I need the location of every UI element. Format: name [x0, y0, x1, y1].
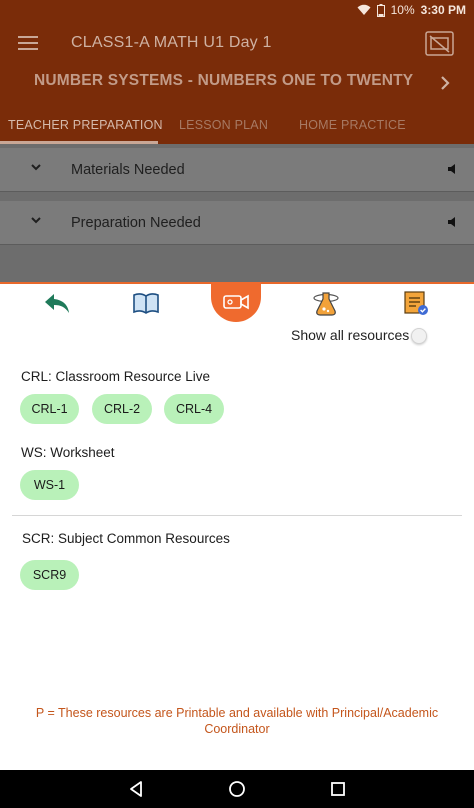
show-all-resources-label: Show all resources — [291, 327, 410, 343]
resource-toolbar — [0, 282, 474, 324]
section-title-crl: CRL: Classroom Resource Live — [21, 369, 211, 384]
resource-chip-crl-4[interactable]: CRL-4 — [164, 394, 224, 424]
cast-off-button[interactable] — [425, 31, 454, 56]
video-camera-icon — [223, 294, 249, 310]
tab-lesson-plan[interactable]: LESSON PLAN — [179, 118, 268, 132]
status-icons: 10% 3:30 PM — [357, 3, 466, 17]
printable-note: P = These resources are Printable and av… — [35, 706, 439, 736]
resources-sheet: Show all resources CRL: Classroom Resour… — [0, 282, 474, 770]
chevron-down-icon — [31, 164, 41, 171]
accordion-label: Preparation Needed — [71, 215, 201, 231]
cast-off-icon — [425, 31, 454, 56]
speaker-icon[interactable] — [446, 215, 460, 229]
resource-chip-ws-1[interactable]: WS-1 — [20, 470, 79, 500]
wifi-icon — [357, 4, 371, 16]
nav-home-icon[interactable] — [228, 780, 246, 798]
back-arrow-icon[interactable] — [42, 288, 72, 318]
menu-icon-line — [18, 42, 38, 44]
speaker-icon[interactable] — [446, 162, 460, 176]
battery-icon — [376, 3, 385, 17]
accordion-scrim: Materials Needed Preparation Needed — [0, 144, 474, 282]
menu-button[interactable] — [18, 36, 38, 52]
resource-chip-scr9[interactable]: SCR9 — [20, 560, 79, 590]
clock: 3:30 PM — [420, 3, 466, 17]
show-all-resources-toggle[interactable] — [411, 328, 427, 344]
resource-chip-crl-2[interactable]: CRL-2 — [92, 394, 152, 424]
next-lesson-chevron-icon[interactable] — [439, 74, 451, 97]
lesson-subtitle: NUMBER SYSTEMS - NUMBERS ONE TO TWENTY — [34, 72, 414, 89]
accordion-materials-needed[interactable]: Materials Needed — [0, 148, 474, 192]
science-flask-icon[interactable] — [311, 288, 341, 318]
system-nav-bar — [0, 770, 474, 808]
section-divider — [12, 515, 462, 516]
section-title-scr: SCR: Subject Common Resources — [22, 531, 230, 546]
book-icon[interactable] — [131, 288, 161, 318]
menu-icon-line — [18, 48, 38, 50]
chevron-down-icon — [31, 217, 41, 224]
app-bar: CLASS1-A MATH U1 Day 1 NUMBER SYSTEMS - … — [0, 20, 474, 144]
section-title-ws: WS: Worksheet — [21, 445, 115, 460]
accordion-preparation-needed[interactable]: Preparation Needed — [0, 201, 474, 245]
menu-icon-line — [18, 36, 38, 38]
page-title: CLASS1-A MATH U1 Day 1 — [71, 34, 272, 51]
nav-back-icon[interactable] — [127, 780, 145, 798]
checklist-icon[interactable] — [401, 288, 431, 318]
video-resources-tab[interactable] — [211, 282, 261, 322]
status-bar: 10% 3:30 PM — [0, 0, 474, 20]
tab-teacher-preparation[interactable]: TEACHER PREPARATION — [8, 118, 163, 132]
tab-home-practice[interactable]: HOME PRACTICE — [299, 118, 406, 132]
tab-bar: TEACHER PREPARATION LESSON PLAN HOME PRA… — [0, 113, 474, 144]
accordion-label: Materials Needed — [71, 162, 185, 178]
battery-level: 10% — [390, 3, 415, 17]
nav-recents-icon[interactable] — [329, 780, 347, 798]
resource-chip-crl-1[interactable]: CRL-1 — [20, 394, 79, 424]
